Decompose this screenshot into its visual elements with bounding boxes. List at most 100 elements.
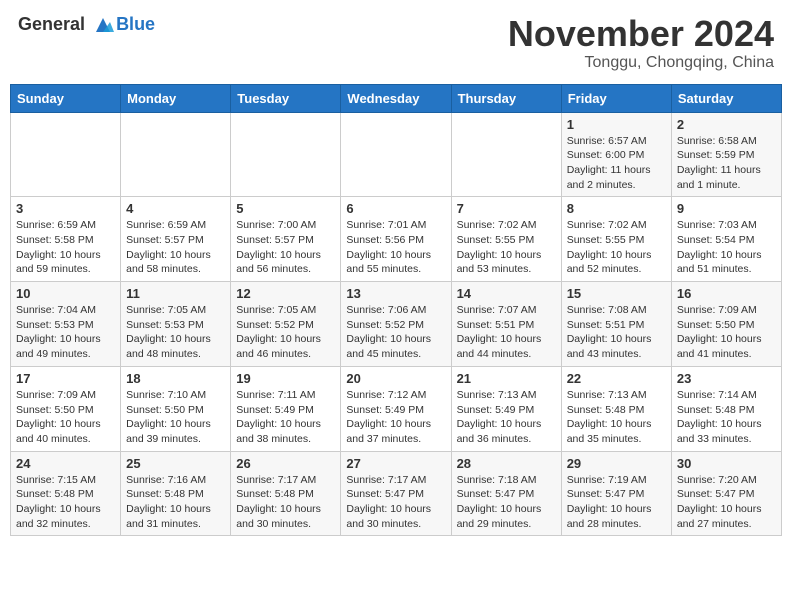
calendar-cell: 19 Sunrise: 7:11 AM Sunset: 5:49 PM Dayli…	[231, 366, 341, 451]
calendar-cell: 16Sunrise: 7:09 AM Sunset: 5:50 PM Dayli…	[671, 282, 781, 367]
calendar-cell	[11, 112, 121, 197]
day-info: Sunrise: 7:15 AM Sunset: 5:48 PM Dayligh…	[16, 473, 115, 532]
day-info: Sunrise: 7:17 AM Sunset: 5:48 PM Dayligh…	[236, 473, 335, 532]
calendar-cell: 1 Sunrise: 6:57 AM Sunset: 6:00 PM Daylig…	[561, 112, 671, 197]
month-title: November 2024	[508, 14, 774, 54]
calendar-week-2: 3 Sunrise: 6:59 AM Sunset: 5:58 PM Daylig…	[11, 197, 782, 282]
day-info: Sunrise: 7:07 AM Sunset: 5:51 PM Dayligh…	[457, 303, 556, 362]
day-number: 3	[16, 201, 115, 216]
calendar-cell	[341, 112, 451, 197]
day-info: Sunrise: 7:18 AM Sunset: 5:47 PM Dayligh…	[457, 473, 556, 532]
calendar-cell: 14 Sunrise: 7:07 AM Sunset: 5:51 PM Dayli…	[451, 282, 561, 367]
day-info: Sunrise: 7:19 AM Sunset: 5:47 PM Dayligh…	[567, 473, 666, 532]
calendar-cell: 20 Sunrise: 7:12 AM Sunset: 5:49 PM Dayli…	[341, 366, 451, 451]
day-info: Sunrise: 7:09 AM Sunset: 5:50 PM Dayligh…	[16, 388, 115, 447]
page-header: General Blue November 2024 Tonggu, Chong…	[10, 10, 782, 76]
day-number: 4	[126, 201, 225, 216]
calendar-cell: 30 Sunrise: 7:20 AM Sunset: 5:47 PM Dayli…	[671, 451, 781, 536]
day-info: Sunrise: 7:20 AM Sunset: 5:47 PM Dayligh…	[677, 473, 776, 532]
calendar-cell: 26 Sunrise: 7:17 AM Sunset: 5:48 PM Dayli…	[231, 451, 341, 536]
day-number: 5	[236, 201, 335, 216]
day-number: 25	[126, 456, 225, 471]
day-info: Sunrise: 7:03 AM Sunset: 5:54 PM Dayligh…	[677, 218, 776, 277]
calendar-cell: 3 Sunrise: 6:59 AM Sunset: 5:58 PM Daylig…	[11, 197, 121, 282]
weekday-header-saturday: Saturday	[671, 84, 781, 112]
day-number: 30	[677, 456, 776, 471]
day-info: Sunrise: 7:05 AM Sunset: 5:52 PM Dayligh…	[236, 303, 335, 362]
title-block: November 2024 Tonggu, Chongqing, China	[508, 14, 774, 72]
day-info: Sunrise: 7:02 AM Sunset: 5:55 PM Dayligh…	[567, 218, 666, 277]
day-number: 7	[457, 201, 556, 216]
calendar-table: SundayMondayTuesdayWednesdayThursdayFrid…	[10, 84, 782, 537]
day-number: 6	[346, 201, 445, 216]
calendar-cell: 4 Sunrise: 6:59 AM Sunset: 5:57 PM Daylig…	[121, 197, 231, 282]
day-number: 10	[16, 286, 115, 301]
calendar-cell: 18 Sunrise: 7:10 AM Sunset: 5:50 PM Dayli…	[121, 366, 231, 451]
logo-blue: Blue	[116, 15, 155, 35]
day-info: Sunrise: 7:08 AM Sunset: 5:51 PM Dayligh…	[567, 303, 666, 362]
day-number: 20	[346, 371, 445, 386]
calendar-cell: 29 Sunrise: 7:19 AM Sunset: 5:47 PM Dayli…	[561, 451, 671, 536]
calendar-cell: 27Sunrise: 7:17 AM Sunset: 5:47 PM Dayli…	[341, 451, 451, 536]
calendar-cell	[121, 112, 231, 197]
day-number: 12	[236, 286, 335, 301]
day-number: 23	[677, 371, 776, 386]
calendar-cell: 17Sunrise: 7:09 AM Sunset: 5:50 PM Dayli…	[11, 366, 121, 451]
day-number: 2	[677, 117, 776, 132]
day-info: Sunrise: 7:11 AM Sunset: 5:49 PM Dayligh…	[236, 388, 335, 447]
calendar-week-1: 1 Sunrise: 6:57 AM Sunset: 6:00 PM Daylig…	[11, 112, 782, 197]
day-number: 14	[457, 286, 556, 301]
day-info: Sunrise: 7:13 AM Sunset: 5:48 PM Dayligh…	[567, 388, 666, 447]
weekday-header-wednesday: Wednesday	[341, 84, 451, 112]
day-number: 26	[236, 456, 335, 471]
calendar-cell: 8Sunrise: 7:02 AM Sunset: 5:55 PM Daylig…	[561, 197, 671, 282]
day-number: 19	[236, 371, 335, 386]
day-number: 24	[16, 456, 115, 471]
day-number: 28	[457, 456, 556, 471]
calendar-cell: 12 Sunrise: 7:05 AM Sunset: 5:52 PM Dayli…	[231, 282, 341, 367]
calendar-cell: 22Sunrise: 7:13 AM Sunset: 5:48 PM Dayli…	[561, 366, 671, 451]
day-info: Sunrise: 7:02 AM Sunset: 5:55 PM Dayligh…	[457, 218, 556, 277]
weekday-header-sunday: Sunday	[11, 84, 121, 112]
day-info: Sunrise: 7:14 AM Sunset: 5:48 PM Dayligh…	[677, 388, 776, 447]
calendar-cell: 11Sunrise: 7:05 AM Sunset: 5:53 PM Dayli…	[121, 282, 231, 367]
calendar-cell: 7 Sunrise: 7:02 AM Sunset: 5:55 PM Daylig…	[451, 197, 561, 282]
day-number: 9	[677, 201, 776, 216]
calendar-cell	[231, 112, 341, 197]
day-info: Sunrise: 7:06 AM Sunset: 5:52 PM Dayligh…	[346, 303, 445, 362]
day-number: 18	[126, 371, 225, 386]
day-number: 29	[567, 456, 666, 471]
day-info: Sunrise: 6:59 AM Sunset: 5:58 PM Dayligh…	[16, 218, 115, 277]
weekday-header-monday: Monday	[121, 84, 231, 112]
calendar-cell	[451, 112, 561, 197]
day-number: 21	[457, 371, 556, 386]
day-info: Sunrise: 7:10 AM Sunset: 5:50 PM Dayligh…	[126, 388, 225, 447]
day-info: Sunrise: 6:58 AM Sunset: 5:59 PM Dayligh…	[677, 134, 776, 193]
calendar-week-5: 24 Sunrise: 7:15 AM Sunset: 5:48 PM Dayli…	[11, 451, 782, 536]
day-info: Sunrise: 6:57 AM Sunset: 6:00 PM Dayligh…	[567, 134, 666, 193]
weekday-header-friday: Friday	[561, 84, 671, 112]
calendar-cell: 15Sunrise: 7:08 AM Sunset: 5:51 PM Dayli…	[561, 282, 671, 367]
day-info: Sunrise: 7:17 AM Sunset: 5:47 PM Dayligh…	[346, 473, 445, 532]
day-number: 13	[346, 286, 445, 301]
calendar-cell: 5Sunrise: 7:00 AM Sunset: 5:57 PM Daylig…	[231, 197, 341, 282]
calendar-cell: 28 Sunrise: 7:18 AM Sunset: 5:47 PM Dayli…	[451, 451, 561, 536]
calendar-cell: 9 Sunrise: 7:03 AM Sunset: 5:54 PM Daylig…	[671, 197, 781, 282]
calendar-cell: 6Sunrise: 7:01 AM Sunset: 5:56 PM Daylig…	[341, 197, 451, 282]
day-info: Sunrise: 6:59 AM Sunset: 5:57 PM Dayligh…	[126, 218, 225, 277]
day-info: Sunrise: 7:04 AM Sunset: 5:53 PM Dayligh…	[16, 303, 115, 362]
day-info: Sunrise: 7:13 AM Sunset: 5:49 PM Dayligh…	[457, 388, 556, 447]
calendar-cell: 24 Sunrise: 7:15 AM Sunset: 5:48 PM Dayli…	[11, 451, 121, 536]
calendar-cell: 10 Sunrise: 7:04 AM Sunset: 5:53 PM Dayli…	[11, 282, 121, 367]
weekday-header-row: SundayMondayTuesdayWednesdayThursdayFrid…	[11, 84, 782, 112]
logo-general: General	[18, 14, 85, 34]
day-info: Sunrise: 7:05 AM Sunset: 5:53 PM Dayligh…	[126, 303, 225, 362]
weekday-header-tuesday: Tuesday	[231, 84, 341, 112]
calendar-cell: 13 Sunrise: 7:06 AM Sunset: 5:52 PM Dayli…	[341, 282, 451, 367]
day-number: 1	[567, 117, 666, 132]
day-info: Sunrise: 7:12 AM Sunset: 5:49 PM Dayligh…	[346, 388, 445, 447]
calendar-cell: 2 Sunrise: 6:58 AM Sunset: 5:59 PM Daylig…	[671, 112, 781, 197]
calendar-week-3: 10 Sunrise: 7:04 AM Sunset: 5:53 PM Dayli…	[11, 282, 782, 367]
day-number: 16	[677, 286, 776, 301]
weekday-header-thursday: Thursday	[451, 84, 561, 112]
